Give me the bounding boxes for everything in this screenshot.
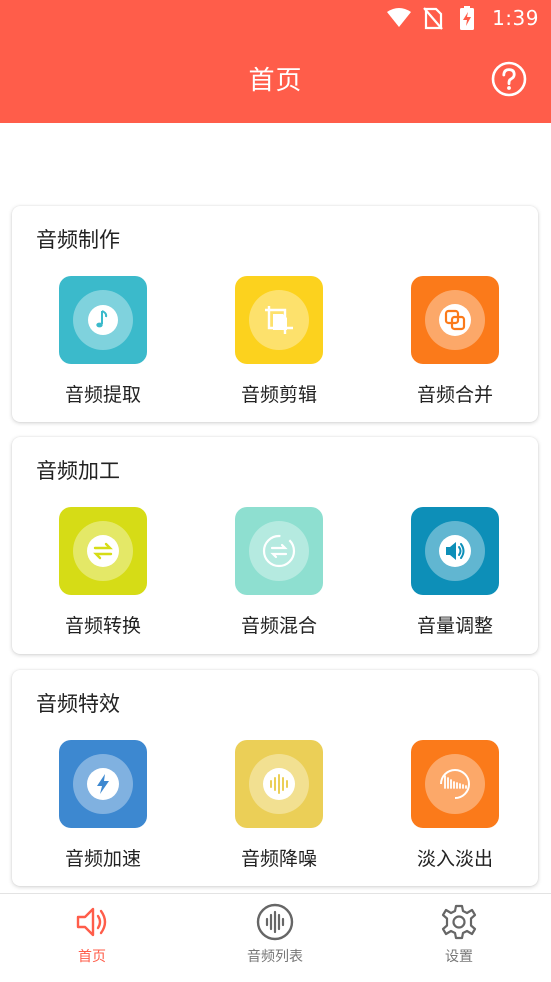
nav-label-settings: 设置 [445, 949, 473, 965]
tile-icon [411, 507, 499, 595]
speaker-icon [76, 907, 107, 937]
tile-label: 音频提取 [64, 384, 141, 406]
nav-item-home[interactable]: 首页 [32, 902, 152, 976]
tile-icon [59, 507, 147, 595]
tile-volume-adjust[interactable]: 音量调整 [380, 507, 530, 647]
tile-label: 音频降噪 [240, 848, 317, 870]
swap-icon [87, 535, 119, 567]
tile-audio-extract[interactable]: 音频提取 [28, 276, 178, 416]
tile-audio-speedup[interactable]: 音频加速 [28, 740, 178, 880]
tile-fade-in-out[interactable]: 淡入淡出 [380, 740, 530, 880]
tile-audio-merge[interactable]: 音频合并 [380, 276, 530, 416]
tile-icon [411, 740, 499, 828]
section-card-audio-production: 音频制作 音频提取 音频剪辑 音频合并 [12, 206, 538, 422]
tile-label: 音频合并 [416, 384, 493, 406]
music-note-icon [88, 305, 118, 335]
tile-icon [235, 507, 323, 595]
status-time: 1:39 [492, 6, 539, 30]
status-bar: 1:39 [0, 0, 551, 36]
bottom-nav: 首页 音频列表 设置 [0, 893, 551, 982]
no-sim-icon [420, 5, 446, 31]
nav-item-settings[interactable]: 设置 [399, 902, 519, 976]
tile-icon [59, 740, 147, 828]
section-title: 音频制作 [36, 228, 120, 252]
tile-icon [411, 276, 499, 364]
audio-list-icon [256, 903, 294, 941]
section-title: 音频加工 [36, 459, 120, 483]
tile-icon [235, 276, 323, 364]
waveform-icon [263, 768, 295, 800]
nav-label-home: 首页 [78, 949, 106, 965]
nav-label-audio-list: 音频列表 [247, 949, 303, 965]
nav-item-audio-list[interactable]: 音频列表 [215, 902, 335, 976]
tile-icon [59, 276, 147, 364]
tile-audio-mix[interactable]: 音频混合 [204, 507, 354, 647]
tile-label: 淡入淡出 [416, 848, 493, 870]
question-mark-icon [491, 61, 527, 97]
tile-noise-reduction[interactable]: 音频降噪 [204, 740, 354, 880]
crop-icon [265, 306, 293, 334]
section-card-audio-effects: 音频特效 音频加速 音频降噪 淡入淡出 [12, 670, 538, 886]
battery-charging-icon [454, 5, 480, 31]
lightning-icon [87, 768, 119, 800]
gear-icon [441, 904, 477, 940]
tile-label: 音量调整 [416, 615, 493, 637]
mix-icon [262, 534, 296, 568]
page-title: 首页 [248, 66, 303, 96]
tile-label: 音频混合 [240, 615, 317, 637]
status-icons: 1:39 [386, 4, 539, 32]
wifi-icon [386, 5, 412, 31]
tile-label: 音频转换 [64, 615, 141, 637]
tile-label: 音频加速 [64, 848, 141, 870]
fade-icon [440, 769, 470, 799]
help-button[interactable] [491, 61, 527, 97]
app-bar: 首页 [0, 36, 551, 123]
volume-icon [439, 535, 471, 567]
tile-icon [235, 740, 323, 828]
tile-audio-edit[interactable]: 音频剪辑 [204, 276, 354, 416]
section-title: 音频特效 [36, 692, 120, 716]
merge-icon [439, 304, 471, 336]
tile-label: 音频剪辑 [240, 384, 317, 406]
tile-audio-convert[interactable]: 音频转换 [28, 507, 178, 647]
section-card-audio-processing: 音频加工 音频转换 音频混合 音量调整 [12, 437, 538, 654]
